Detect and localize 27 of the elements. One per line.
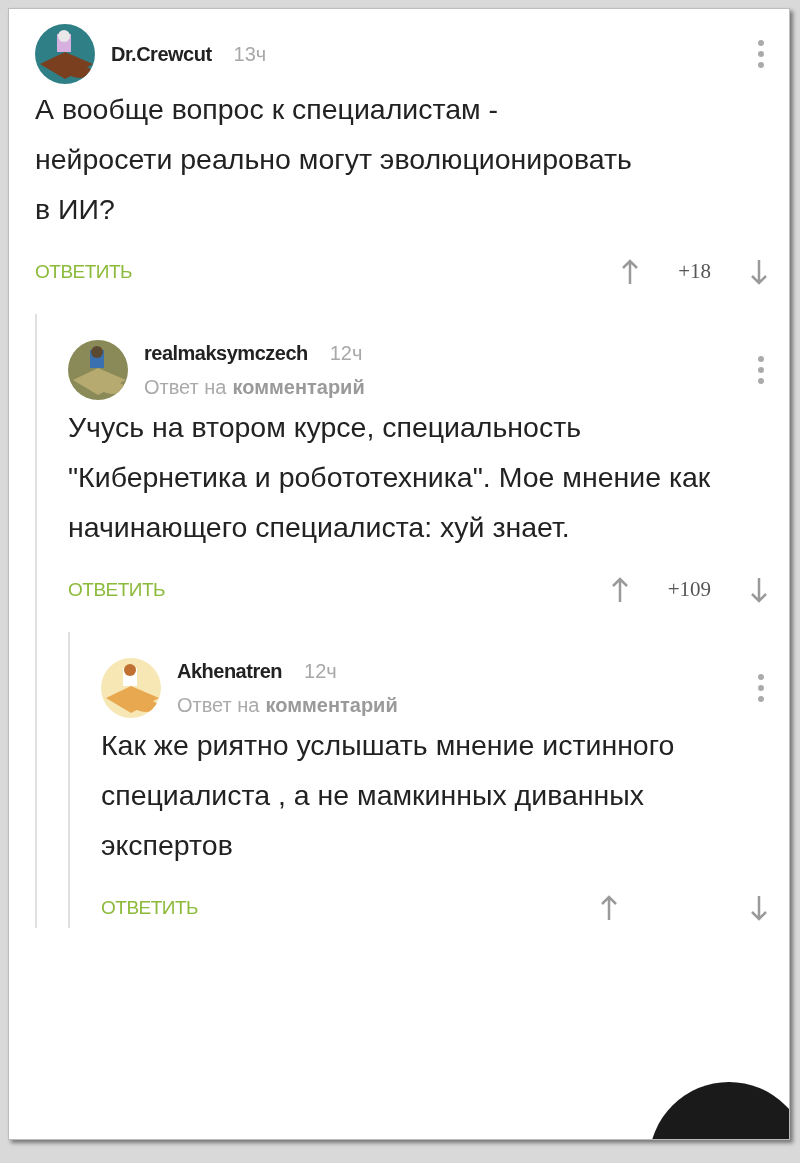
downvote-icon[interactable]: [751, 577, 767, 603]
upvote-icon[interactable]: [622, 259, 639, 285]
downvote-icon[interactable]: [751, 895, 767, 921]
reply-button[interactable]: ОТВЕТИТЬ: [101, 893, 199, 923]
author-name[interactable]: Akhenatren: [177, 656, 283, 686]
more-icon[interactable]: [757, 39, 765, 69]
comment-text: Как же риятно услышать мнение истинного специалиста , а не мамкинных диванных экспертов: [101, 728, 676, 863]
reply-note: Ответ на: [144, 375, 227, 400]
author-name[interactable]: realmaksymczech: [144, 338, 308, 368]
comment-text: Учусь на втором курсе, специальность "Кибернетика и робототехника". Мое мнение как начинающего специалиста: хуй знает.: [68, 410, 712, 545]
vote-score: +109: [666, 576, 712, 604]
comment-time: 12ч: [329, 341, 363, 366]
downvote-icon[interactable]: [751, 259, 767, 285]
vote-score: +18: [677, 258, 712, 286]
more-icon[interactable]: [757, 355, 765, 385]
comment-link[interactable]: комментарий: [232, 372, 365, 402]
more-icon[interactable]: [757, 673, 765, 703]
comment-link[interactable]: комментарий: [265, 690, 398, 720]
comment-time: 13ч: [233, 42, 267, 67]
reply-button[interactable]: ОТВЕТИТЬ: [68, 575, 166, 605]
reply-button[interactable]: ОТВЕТИТЬ: [35, 257, 133, 287]
comment-time: 12ч: [304, 659, 337, 684]
author-name[interactable]: Dr.Crewcut: [111, 39, 212, 69]
reply-note: Ответ на: [177, 693, 260, 718]
upvote-icon[interactable]: [601, 895, 617, 921]
comment-text: А вообще вопрос к специалистам - нейросети реально могут эволюционировать в ИИ?: [35, 92, 633, 227]
upvote-icon[interactable]: [611, 577, 628, 603]
